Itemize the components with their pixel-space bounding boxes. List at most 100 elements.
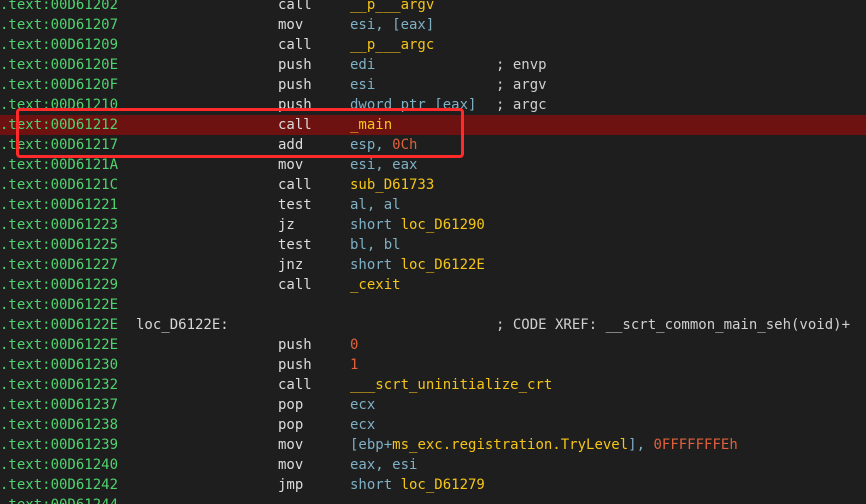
line-address[interactable]: .text:00D6122E: [0, 335, 118, 355]
instruction-mnemonic[interactable]: push: [278, 55, 312, 75]
instruction-operands[interactable]: edi: [350, 55, 375, 75]
instruction-operands[interactable]: _main: [350, 115, 392, 135]
line-address[interactable]: .text:00D6121C: [0, 175, 118, 195]
code-line[interactable]: .text:00D6120F push esi ; argv: [0, 75, 866, 95]
instruction-operands[interactable]: al, al: [350, 195, 401, 215]
line-address[interactable]: .text:00D61221: [0, 195, 118, 215]
instruction-operands[interactable]: short loc_D61290: [350, 215, 485, 235]
instruction-operands[interactable]: esp, 0Ch: [350, 135, 417, 155]
instruction-mnemonic[interactable]: jnz: [278, 255, 303, 275]
line-address[interactable]: .text:00D61207: [0, 15, 118, 35]
line-address[interactable]: .text:00D61209: [0, 35, 118, 55]
instruction-operands[interactable]: esi, [eax]: [350, 15, 434, 35]
instruction-mnemonic[interactable]: push: [278, 75, 312, 95]
instruction-mnemonic[interactable]: call: [278, 175, 312, 195]
disassembly-listing[interactable]: .text:00D61202 call __p___argv .text:00D612…: [0, 0, 866, 504]
code-line[interactable]: .text:00D61202 call __p___argv: [0, 0, 866, 15]
code-line[interactable]: .text:00D61221 test al, al: [0, 195, 866, 215]
code-line[interactable]: .text:00D61240 mov eax, esi: [0, 455, 866, 475]
instruction-operands[interactable]: esi, eax: [350, 155, 417, 175]
code-line[interactable]: .text:00D61225 test bl, bl: [0, 235, 866, 255]
operand-symbol[interactable]: ___scrt_uninitialize_crt: [350, 377, 552, 393]
code-line[interactable]: .text:00D61227 jnz short loc_D6122E: [0, 255, 866, 275]
code-line-selected[interactable]: .text:00D61212 call _main: [0, 115, 866, 135]
line-address[interactable]: .text:00D6120E: [0, 55, 118, 75]
code-line[interactable]: .text:00D61217 add esp, 0Ch: [0, 135, 866, 155]
instruction-operands[interactable]: 0: [350, 335, 358, 355]
code-line[interactable]: .text:00D61207 mov esi, [eax]: [0, 15, 866, 35]
line-address[interactable]: .text:00D61217: [0, 135, 118, 155]
instruction-mnemonic[interactable]: call: [278, 275, 312, 295]
line-address[interactable]: .text:00D6122E: [0, 315, 118, 335]
line-address[interactable]: .text:00D61202: [0, 0, 118, 15]
instruction-mnemonic[interactable]: mov: [278, 15, 303, 35]
instruction-operands[interactable]: __p___argv: [350, 0, 434, 15]
code-line[interactable]: .text:00D6120E push edi ; envp: [0, 55, 866, 75]
instruction-mnemonic[interactable]: test: [278, 195, 312, 215]
instruction-mnemonic[interactable]: push: [278, 355, 312, 375]
code-line[interactable]: .text:00D61209 call __p___argc: [0, 35, 866, 55]
operand-symbol[interactable]: _cexit: [350, 277, 401, 293]
operand-symbol[interactable]: __p___argv: [350, 0, 434, 13]
line-address[interactable]: .text:00D61210: [0, 95, 118, 115]
code-line[interactable]: .text:00D6122E loc_D6122E: ; CODE XREF: __…: [0, 315, 866, 335]
code-line[interactable]: .text:00D61229 call _cexit: [0, 275, 866, 295]
instruction-operands[interactable]: 1: [350, 355, 358, 375]
code-line[interactable]: .text:00D61242 jmp short loc_D61279: [0, 475, 866, 495]
line-address[interactable]: .text:00D6121A: [0, 155, 118, 175]
instruction-mnemonic[interactable]: call: [278, 115, 312, 135]
line-address[interactable]: .text:00D61229: [0, 275, 118, 295]
instruction-operands[interactable]: sub_D61733: [350, 175, 434, 195]
operand-symbol[interactable]: _main: [350, 117, 392, 133]
code-line[interactable]: .text:00D61210 push dword ptr [eax] ; argc: [0, 95, 866, 115]
line-address[interactable]: .text:00D6120F: [0, 75, 118, 95]
instruction-mnemonic[interactable]: pop: [278, 415, 303, 435]
instruction-mnemonic[interactable]: test: [278, 235, 312, 255]
line-address[interactable]: .text:00D61227: [0, 255, 118, 275]
instruction-mnemonic[interactable]: mov: [278, 455, 303, 475]
line-address[interactable]: .text:00D61230: [0, 355, 118, 375]
line-address[interactable]: .text:00D61232: [0, 375, 118, 395]
line-address[interactable]: .text:00D61212: [0, 115, 118, 135]
instruction-operands[interactable]: ecx: [350, 415, 375, 435]
instruction-operands[interactable]: ecx: [350, 395, 375, 415]
operand-symbol[interactable]: ms_exc.registration.TryLevel: [392, 437, 628, 453]
code-label[interactable]: loc_D6122E:: [136, 315, 229, 335]
operand-symbol[interactable]: sub_D61733: [350, 177, 434, 193]
instruction-mnemonic[interactable]: jz: [278, 215, 295, 235]
code-line[interactable]: .text:00D6122E: [0, 295, 866, 315]
instruction-mnemonic[interactable]: mov: [278, 155, 303, 175]
instruction-mnemonic[interactable]: mov: [278, 435, 303, 455]
operand-symbol[interactable]: __p___argc: [350, 37, 434, 53]
instruction-mnemonic[interactable]: call: [278, 375, 312, 395]
instruction-mnemonic[interactable]: pop: [278, 395, 303, 415]
instruction-mnemonic[interactable]: push: [278, 95, 312, 115]
code-line[interactable]: .text:00D61232 call ___scrt_uninitialize_c…: [0, 375, 866, 395]
line-address[interactable]: .text:00D61244: [0, 495, 118, 504]
code-line[interactable]: .text:00D6121C call sub_D61733: [0, 175, 866, 195]
instruction-mnemonic[interactable]: jmp: [278, 475, 303, 495]
instruction-operands[interactable]: __p___argc: [350, 35, 434, 55]
instruction-operands[interactable]: short loc_D6122E: [350, 255, 485, 275]
instruction-operands[interactable]: bl, bl: [350, 235, 401, 255]
line-address[interactable]: .text:00D61225: [0, 235, 118, 255]
instruction-mnemonic[interactable]: push: [278, 335, 312, 355]
instruction-mnemonic[interactable]: add: [278, 135, 303, 155]
instruction-operands[interactable]: eax, esi: [350, 455, 417, 475]
instruction-mnemonic[interactable]: call: [278, 0, 312, 15]
code-line[interactable]: .text:00D6121A mov esi, eax: [0, 155, 866, 175]
operand-symbol[interactable]: loc_D61279: [401, 477, 485, 493]
code-line[interactable]: .text:00D61223 jz short loc_D61290: [0, 215, 866, 235]
line-address[interactable]: .text:00D61238: [0, 415, 118, 435]
line-address[interactable]: .text:00D61242: [0, 475, 118, 495]
operand-symbol[interactable]: loc_D61290: [401, 217, 485, 233]
instruction-mnemonic[interactable]: call: [278, 35, 312, 55]
instruction-operands[interactable]: short loc_D61279: [350, 475, 485, 495]
code-line[interactable]: .text:00D61230 push 1: [0, 355, 866, 375]
line-address[interactable]: .text:00D6122E: [0, 295, 118, 315]
line-address[interactable]: .text:00D61237: [0, 395, 118, 415]
operand-symbol[interactable]: loc_D6122E: [401, 257, 485, 273]
line-address[interactable]: .text:00D61239: [0, 435, 118, 455]
code-line[interactable]: .text:00D61239 mov [ebp+ms_exc.registratio…: [0, 435, 866, 455]
line-address[interactable]: .text:00D61223: [0, 215, 118, 235]
